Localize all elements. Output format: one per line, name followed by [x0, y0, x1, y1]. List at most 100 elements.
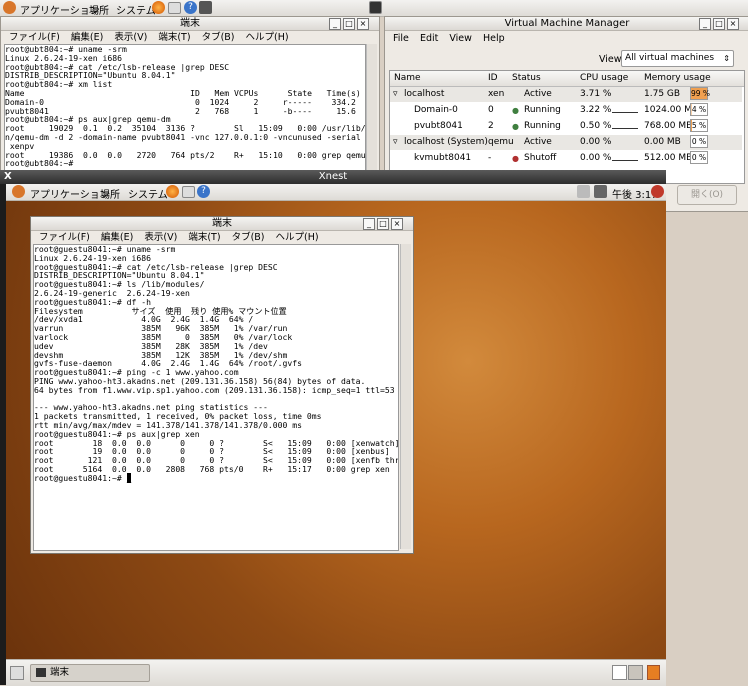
menu-file[interactable]: ファイル(F) — [39, 232, 90, 243]
guest-terminal-menubar: ファイル(F) 編集(E) 表示(V) 端末(T) タブ(B) ヘルプ(H) — [31, 231, 413, 244]
guest-bottom-panel: 端末 — [6, 659, 666, 686]
menu-terminal[interactable]: 端末(T) — [188, 232, 220, 243]
xnest-window[interactable]: X Xnest アプリケーション 場所 システム ? 午後 3:17 端末 _ … — [0, 170, 666, 686]
mail-icon[interactable] — [168, 2, 181, 14]
vm-cpu: 3.71 % — [580, 89, 612, 99]
menu-places[interactable]: 場所 — [89, 2, 109, 17]
view-select[interactable]: All virtual machines ⇕ — [621, 50, 734, 67]
maximize-button[interactable]: □ — [377, 218, 389, 230]
vmm-menubar: File Edit View Help — [385, 32, 748, 45]
vm-row[interactable]: ▿ localhost xen Active 3.71 % 1.75 GB 99 % — [390, 87, 742, 102]
vm-status: Shutoff — [524, 153, 557, 163]
menu-places[interactable]: 場所 — [100, 186, 120, 201]
close-button[interactable]: × — [727, 18, 739, 30]
minimize-button[interactable]: _ — [329, 18, 341, 30]
terminal-line: 64 bytes from f1.www.vip.sp1.yahoo.com (… — [34, 384, 395, 395]
menu-system[interactable]: システム — [128, 186, 168, 201]
firefox-icon[interactable] — [152, 1, 165, 14]
vm-memory: 1.75 GB — [644, 89, 681, 99]
expander-icon: ▿ — [393, 137, 398, 147]
ubuntu-logo-icon[interactable] — [3, 1, 16, 14]
power-icon[interactable] — [651, 185, 664, 198]
ubuntu-logo-icon[interactable] — [12, 185, 25, 198]
menu-tabs[interactable]: タブ(B) — [202, 32, 235, 43]
col-status[interactable]: Status — [512, 71, 541, 86]
col-cpu[interactable]: CPU usage — [580, 71, 628, 86]
close-button[interactable]: × — [391, 218, 403, 230]
host-terminal-window[interactable]: 端末 _ □ × ファイル(F) 編集(E) 表示(V) 端末(T) タブ(B)… — [0, 16, 380, 174]
menu-file[interactable]: ファイル(F) — [9, 32, 60, 43]
menu-edit[interactable]: Edit — [420, 33, 438, 44]
menu-edit[interactable]: 編集(E) — [71, 32, 103, 43]
col-name[interactable]: Name — [394, 71, 421, 86]
desktop-icon[interactable] — [369, 1, 382, 14]
menu-applications[interactable]: アプリケーション — [20, 2, 100, 17]
taskbar-item-label: 端末 — [50, 667, 70, 678]
vm-row[interactable]: kvmubt8041 - ● Shutoff 0.00 % 512.00 MB 0 % — [390, 151, 742, 166]
vmm-titlebar[interactable]: Virtual Machine Manager _ □ × — [385, 17, 748, 31]
host-terminal-titlebar[interactable]: 端末 _ □ × — [1, 17, 379, 31]
battery-icon[interactable] — [594, 185, 607, 198]
host-terminal-menubar: ファイル(F) 編集(E) 表示(V) 端末(T) タブ(B) ヘルプ(H) — [1, 31, 379, 44]
vm-status: Running — [524, 105, 561, 115]
menu-terminal[interactable]: 端末(T) — [158, 32, 190, 43]
workspace-2-icon[interactable] — [628, 665, 643, 680]
expander-icon: ▿ — [393, 89, 398, 99]
cpu-sparkline — [612, 144, 638, 145]
memory-percent-bar: 4 % — [690, 103, 708, 116]
open-button[interactable]: 開く(O) — [677, 185, 737, 205]
guest-terminal-output[interactable]: root@guestu8041:~# uname -srm Linux 2.6.… — [33, 244, 399, 551]
col-id[interactable]: ID — [488, 71, 498, 86]
vm-list-table[interactable]: Name ID Status CPU usage Memory usage ▿ l… — [389, 70, 745, 184]
memory-percent-bar: 99 % — [690, 87, 711, 100]
terminal-icon — [36, 668, 46, 677]
guest-terminal-scrollbar[interactable] — [400, 244, 411, 549]
terminal-line: n/qemu-dm -d 2 -domain-name pvubt8041 -v… — [5, 131, 366, 142]
menu-view[interactable]: 表示(V) — [114, 32, 147, 43]
show-desktop-icon[interactable] — [10, 666, 24, 680]
cpu-sparkline — [612, 96, 638, 97]
help-icon[interactable]: ? — [197, 185, 210, 198]
menu-edit[interactable]: 編集(E) — [101, 232, 133, 243]
x-logo-icon: X — [4, 171, 12, 182]
vm-row[interactable]: Domain-0 0 ● Running 3.22 % 1024.00 MB 4 % — [390, 103, 742, 118]
menu-tabs[interactable]: タブ(B) — [232, 232, 265, 243]
xnest-titlebar[interactable]: X Xnest — [0, 170, 666, 184]
text-cursor: _ — [126, 472, 132, 483]
menu-applications[interactable]: アプリケーション — [30, 186, 110, 201]
host-terminal-scrollbar[interactable] — [366, 44, 377, 171]
vm-row[interactable]: pvubt8041 2 ● Running 0.50 % 768.00 MB 5 % — [390, 119, 742, 134]
close-button[interactable]: × — [357, 18, 369, 30]
menu-help[interactable]: ヘルプ(H) — [246, 32, 289, 43]
vm-status-icon: ● — [512, 106, 519, 115]
trash-icon[interactable] — [647, 665, 660, 680]
guest-top-panel: アプリケーション 場所 システム ? 午後 3:17 — [6, 184, 666, 201]
maximize-button[interactable]: □ — [713, 18, 725, 30]
host-terminal-output[interactable]: root@ubt804:~# uname -srm Linux 2.6.24-1… — [4, 44, 366, 173]
menu-view[interactable]: 表示(V) — [144, 232, 177, 243]
col-memory[interactable]: Memory usage — [644, 71, 711, 86]
minimize-button[interactable]: _ — [699, 18, 711, 30]
help-icon[interactable]: ? — [184, 1, 197, 14]
guest-terminal-title: 端末 — [212, 218, 232, 229]
vm-id: - — [488, 153, 492, 163]
vm-status: Active — [524, 89, 552, 99]
menu-help[interactable]: ヘルプ(H) — [276, 232, 319, 243]
guest-terminal-titlebar[interactable]: 端末 _ □ × — [31, 217, 413, 231]
maximize-button[interactable]: □ — [343, 18, 355, 30]
mail-icon[interactable] — [182, 186, 195, 198]
minimize-button[interactable]: _ — [363, 218, 375, 230]
screenshot-icon[interactable] — [199, 1, 212, 14]
taskbar-item-terminal[interactable]: 端末 — [30, 664, 150, 682]
menu-system[interactable]: システム — [116, 2, 156, 17]
network-icon[interactable] — [577, 185, 590, 198]
vm-row[interactable]: ▿ localhost (System) qemu Active 0.00 % 0.00 … — [390, 135, 742, 150]
firefox-icon[interactable] — [166, 185, 179, 198]
guest-terminal-window[interactable]: 端末 _ □ × ファイル(F) 編集(E) 表示(V) 端末(T) タブ(B)… — [30, 216, 414, 554]
workspace-1-icon[interactable] — [612, 665, 627, 680]
xnest-title: Xnest — [318, 171, 348, 182]
menu-view[interactable]: View — [449, 33, 472, 44]
menu-file[interactable]: File — [393, 33, 409, 44]
vm-cpu: 3.22 % — [580, 105, 612, 115]
menu-help[interactable]: Help — [483, 33, 505, 44]
